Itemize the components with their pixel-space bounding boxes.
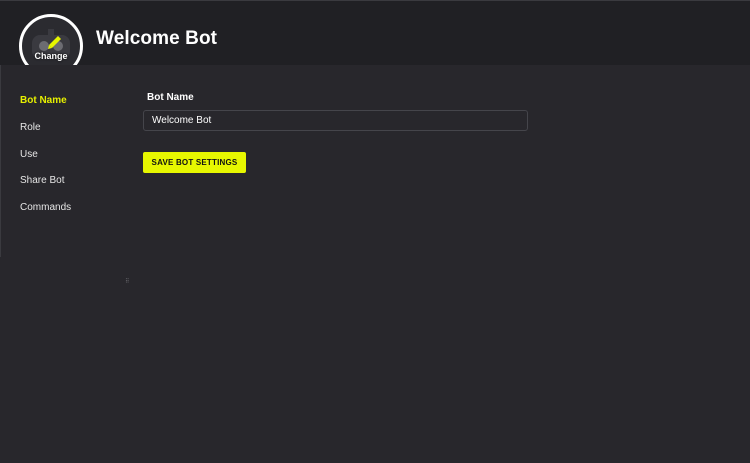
sidebar-item-commands[interactable]: Commands [20, 202, 71, 213]
sidebar-item-use[interactable]: Use [20, 149, 38, 160]
avatar-change-label[interactable]: Change [22, 51, 80, 61]
header-bar: Change Welcome Bot [0, 0, 750, 78]
save-bot-settings-button[interactable]: SAVE BOT SETTINGS [143, 152, 246, 173]
sidebar-item-role[interactable]: Role [20, 122, 41, 133]
page-title: Welcome Bot [96, 28, 218, 49]
bot-name-input[interactable] [143, 110, 528, 131]
sidebar: Bot Name Role Use Share Bot Commands [0, 65, 124, 257]
sidebar-item-share-bot[interactable]: Share Bot [20, 175, 64, 186]
sidebar-item-bot-name[interactable]: Bot Name [20, 95, 67, 106]
bot-name-label: Bot Name [147, 92, 194, 103]
resize-handle[interactable]: ⠿ [125, 279, 129, 285]
